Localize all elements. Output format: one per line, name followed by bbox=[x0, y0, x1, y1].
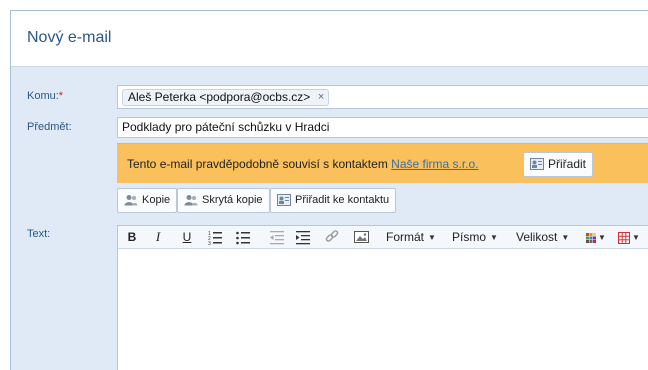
cc-button[interactable]: Kopie bbox=[117, 188, 178, 213]
table-button[interactable]: ▼ bbox=[618, 229, 644, 245]
suggestion-message: Tento e-mail pravděpodobně souvisí s kon… bbox=[127, 157, 479, 171]
recipient-chip[interactable]: Aleš Peterka <podpora@ocbs.cz> × bbox=[122, 89, 330, 106]
color-picker[interactable]: ▼ bbox=[586, 229, 608, 245]
font-dropdown[interactable]: Písmo ▼ bbox=[452, 229, 498, 245]
bold-button[interactable]: B bbox=[126, 229, 138, 245]
assign-button-label: Přiřadit bbox=[548, 157, 587, 171]
italic-button[interactable]: I bbox=[152, 229, 164, 245]
compose-form: Komu:* Aleš Peterka <podpora@ocbs.cz> × … bbox=[11, 68, 648, 370]
chevron-down-icon: ▼ bbox=[428, 232, 436, 242]
message-editor[interactable]: B I U 1 2 3 Formát ▼ Písmo ▼ Velikost ▼ … bbox=[117, 225, 648, 370]
bcc-button-label: Skrytá kopie bbox=[202, 194, 263, 206]
editor-toolbar: B I U 1 2 3 Formát ▼ Písmo ▼ Velikost ▼ … bbox=[118, 226, 648, 249]
outdent-icon[interactable] bbox=[270, 229, 284, 245]
recipient-chip-label: Aleš Peterka <podpora@ocbs.cz> bbox=[128, 90, 311, 104]
format-dropdown[interactable]: Formát ▼ bbox=[386, 229, 436, 245]
numbered-list-icon[interactable]: 1 2 3 bbox=[208, 229, 222, 245]
compose-header: Nový e-mail bbox=[11, 11, 648, 67]
bcc-button[interactable]: Skrytá kopie bbox=[177, 188, 270, 213]
link-icon[interactable] bbox=[325, 229, 339, 245]
chevron-down-icon: ▼ bbox=[561, 232, 570, 242]
remove-recipient-icon[interactable]: × bbox=[318, 90, 324, 105]
to-label: Komu:* bbox=[27, 90, 64, 102]
assign-contact-label: Přiřadit ke kontaktu bbox=[295, 194, 390, 206]
indent-icon[interactable] bbox=[296, 229, 310, 245]
color-grid-icon bbox=[586, 232, 596, 243]
subject-input[interactable]: Podklady pro páteční schůzku v Hradci bbox=[117, 117, 648, 138]
size-dropdown[interactable]: Velikost ▼ bbox=[516, 229, 569, 245]
underline-button[interactable]: U bbox=[181, 229, 193, 245]
assign-button[interactable]: Přiřadit bbox=[523, 152, 593, 177]
chevron-down-icon: ▼ bbox=[598, 232, 606, 242]
contact-suggestion-bar: Tento e-mail pravděpodobně souvisí s kon… bbox=[117, 143, 648, 183]
image-icon[interactable] bbox=[354, 229, 369, 245]
cc-button-label: Kopie bbox=[142, 194, 171, 206]
text-label: Text: bbox=[27, 228, 51, 240]
table-icon bbox=[618, 231, 630, 244]
chevron-down-icon: ▼ bbox=[632, 232, 640, 242]
person-icon bbox=[124, 195, 138, 206]
chevron-down-icon: ▼ bbox=[490, 232, 498, 242]
bullet-list-icon[interactable] bbox=[236, 229, 250, 245]
required-mark: * bbox=[58, 90, 64, 102]
subject-label: Předmět: bbox=[27, 121, 72, 133]
contact-card-icon bbox=[277, 194, 291, 206]
compose-window: Nový e-mail Komu:* Aleš Peterka <podpora… bbox=[10, 10, 648, 370]
contact-link[interactable]: Naše firma s.r.o. bbox=[391, 157, 478, 171]
svg-text:3: 3 bbox=[208, 241, 211, 245]
person-icon bbox=[184, 195, 198, 206]
assign-contact-button[interactable]: Přiřadit ke kontaktu bbox=[270, 188, 397, 213]
to-field[interactable]: Aleš Peterka <podpora@ocbs.cz> × bbox=[117, 85, 648, 109]
contact-card-icon bbox=[530, 158, 544, 170]
page-title: Nový e-mail bbox=[27, 29, 112, 46]
